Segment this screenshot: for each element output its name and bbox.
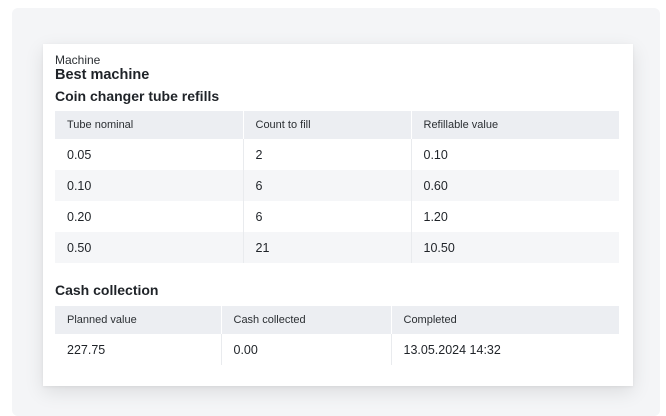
column-header-planned-value[interactable]: Planned value (55, 306, 222, 334)
machine-name: Best machine (55, 67, 150, 83)
table-header-row: Planned value Cash collected Completed (55, 306, 619, 334)
cell-tube-nominal: 0.20 (55, 201, 244, 232)
cell-completed: 13.05.2024 14:32 (403, 342, 501, 357)
cell-tube-nominal: 0.05 (55, 139, 244, 170)
table-row: 0.05 2 0.10 (55, 139, 619, 170)
column-header-count-to-fill[interactable]: Count to fill (243, 111, 412, 139)
table-header-row: Tube nominal Count to fill Refillable va… (55, 111, 619, 139)
cash-table: Planned value Cash collected Completed 2… (55, 306, 619, 365)
cell-tube-nominal: 0.10 (55, 170, 244, 201)
machine-label: Machine (55, 53, 101, 67)
table-row: 0.20 6 1.20 (55, 201, 619, 232)
column-header-cash-collected[interactable]: Cash collected (221, 306, 392, 334)
cell-count-to-fill: 2 (243, 139, 412, 170)
column-header-refillable-value[interactable]: Refillable value (411, 111, 619, 139)
cell-tube-nominal: 0.50 (55, 232, 244, 263)
cash-section-title: Cash collection (55, 282, 159, 298)
column-header-completed[interactable]: Completed (391, 306, 619, 334)
cell-count-to-fill: 6 (243, 170, 412, 201)
cell-cash-collected: 0.00 (221, 334, 392, 365)
table-row: 0.50 21 10.50 (55, 232, 619, 263)
cell-count-to-fill: 6 (243, 201, 412, 232)
machine-card: Machine Best machine Coin changer tube r… (43, 44, 633, 386)
table-row: 0.10 6 0.60 (55, 170, 619, 201)
refills-section-title: Coin changer tube refills (55, 88, 220, 104)
cell-refillable-value: 1.20 (423, 209, 448, 224)
cell-refillable-value: 0.60 (411, 170, 619, 201)
cell-refillable-value: 10.50 (411, 232, 619, 263)
cell-refillable-value: 0.10 (423, 147, 448, 162)
table-row: 227.75 0.00 13.05.2024 14:32 (55, 334, 619, 365)
refills-table: Tube nominal Count to fill Refillable va… (55, 111, 619, 263)
cell-planned-value: 227.75 (55, 334, 222, 365)
column-header-tube-nominal[interactable]: Tube nominal (55, 111, 244, 139)
cell-count-to-fill: 21 (243, 232, 412, 263)
